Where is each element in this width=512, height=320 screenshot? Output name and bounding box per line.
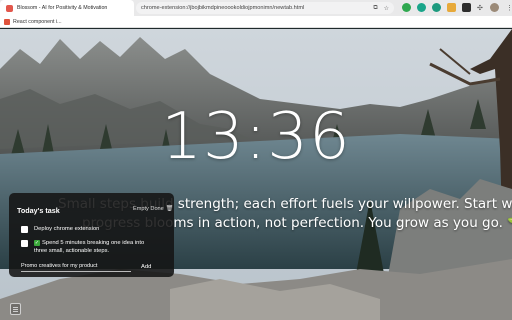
checkmark-icon: ✓ [34, 240, 40, 246]
add-task-button[interactable]: Add [141, 264, 151, 270]
avatar[interactable] [489, 3, 499, 12]
empty-done-button[interactable]: Empty Done 🗑 [133, 205, 174, 213]
puzzle-icon[interactable]: ✣ [477, 4, 483, 12]
trash-icon: 🗑 [165, 206, 174, 212]
task-checkbox[interactable] [21, 240, 28, 247]
panel-title: Today's task [17, 206, 60, 215]
task-text-wrapper: ✓ Spend 5 minutes breaking one idea into … [34, 239, 154, 255]
sprout-icon: 🌱 [507, 215, 512, 231]
bookmark-item[interactable]: React component i... [13, 19, 62, 25]
tab-title: Blossom - AI for Positivity & Motivation [17, 5, 108, 11]
extension-icon[interactable] [402, 3, 411, 12]
url-text: chrome-extension://jbojbikmdpineoookoldi… [141, 5, 305, 11]
empty-done-label: Empty Done [133, 205, 164, 212]
clock: 13:36 [161, 100, 351, 174]
extension-icon[interactable] [447, 3, 456, 12]
new-task-input[interactable] [21, 261, 131, 272]
browser-tab[interactable]: Blossom - AI for Positivity & Motivation [0, 0, 134, 16]
extension-icon[interactable] [417, 3, 426, 12]
favicon-icon [6, 4, 13, 12]
extension-icon[interactable] [432, 3, 441, 12]
task-item[interactable]: ✓ Spend 5 minutes breaking one idea into … [21, 239, 154, 255]
task-item[interactable]: Deploy chrome extension [21, 225, 154, 233]
task-checkbox[interactable] [21, 226, 28, 233]
extension-bar: ✣ ⋮ [402, 3, 512, 12]
translate-icon[interactable]: ⧉ [373, 5, 377, 12]
extension-icon[interactable] [462, 3, 471, 12]
address-bar[interactable]: chrome-extension://jbojbikmdpineoookoldi… [136, 2, 394, 14]
bookmark-favicon-icon [4, 18, 10, 25]
task-input-row: Add [21, 261, 167, 272]
task-panel: Today's task Empty Done 🗑 Deploy chrome … [9, 193, 174, 277]
star-icon[interactable]: ☆ [384, 5, 389, 12]
bookmarks-bar: React component i... [0, 16, 512, 28]
sidebar-icon[interactable] [10, 303, 21, 315]
menu-icon[interactable]: ⋮ [506, 4, 512, 12]
task-text: Deploy chrome extension [34, 226, 100, 232]
task-text: Spend 5 minutes breaking one idea into t… [34, 240, 145, 254]
browser-toolbar: Blossom - AI for Positivity & Motivation… [0, 0, 512, 16]
